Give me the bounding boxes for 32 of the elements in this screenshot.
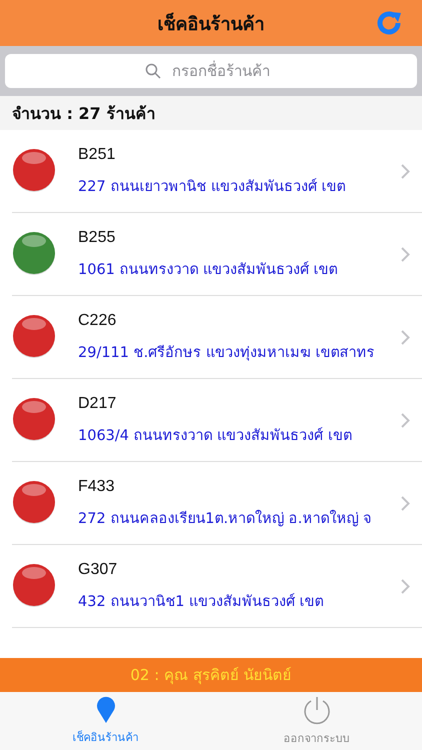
- store-address: 227 ถนนเยาวพานิช แขวงสัมพันธวงศ์ เขต: [78, 177, 347, 196]
- map-pin-icon: [96, 696, 116, 724]
- chevron-icon: [401, 496, 410, 510]
- screen-title: เช็คอินร้านค้า: [158, 12, 264, 36]
- store-address: 432 ถนนวานิช1 แขวงสัมพันธวงศ์ เขต: [78, 592, 325, 612]
- store-row[interactable]: C226 29/111 ช.ศรีอักษร แขวงทุ่งมหาเมฆ เขตสาทร: [12, 296, 422, 379]
- search-icon: [145, 63, 161, 79]
- chevron-icon: [401, 246, 410, 262]
- store-address: 29/111 ช.ศรีอักษร แขวงทุ่งมหาเมฆ เขตสาทร: [78, 344, 376, 362]
- store-count: จำนวน : 27 ร้านค้า: [12, 102, 156, 124]
- store-address: 272 ถนนคลองเรียน1ต.หาดใหญ่ อ.หาดใหญ่ จ: [78, 508, 372, 528]
- store-code: D217: [78, 394, 118, 412]
- tab-item[interactable]: เช็คอินร้านค้า: [0, 692, 211, 750]
- power-icon: [302, 695, 332, 725]
- store-row[interactable]: D217 1063/4 ถนนทรงวาด แขวงสัมพันธวงศ์ เขต: [12, 379, 422, 462]
- store-address: 1061 ถนนทรงวาด แขวงสัมพันธวงศ์ เขต: [78, 260, 339, 280]
- store-code: B255: [78, 228, 116, 246]
- search-field[interactable]: กรอกชื่อร้านค้า: [5, 54, 417, 88]
- store-row[interactable]: G307 432 ถนนวานิช1 แขวงสัมพันธวงศ์ เขต: [12, 545, 422, 628]
- user-name: 02 : คุณ สุรคิตย์ นัยนิตย์: [130, 665, 292, 686]
- chevron-icon: [401, 412, 410, 428]
- chevron-icon: [401, 578, 410, 594]
- store-row[interactable]: B251 227 ถนนเยาวพานิช แขวงสัมพันธวงศ์ เขต: [12, 130, 422, 213]
- store-address: 1063/4 ถนนทรงวาด แขวงสัมพันธวงศ์ เขต: [78, 426, 353, 446]
- store-code: G307: [78, 560, 118, 578]
- store-row[interactable]: B255 1061 ถนนทรงวาด แขวงสัมพันธวงศ์ เขต: [12, 213, 422, 296]
- chevron-icon: [401, 164, 410, 178]
- store-code: B251: [78, 146, 116, 164]
- store-code: C226: [78, 312, 118, 330]
- store-row[interactable]: F433 272 ถนนคลองเรียน1ต.หาดใหญ่ อ.หาดใหญ่ จ: [12, 462, 422, 545]
- chevron-icon: [401, 330, 410, 344]
- store-code: F433: [78, 478, 116, 496]
